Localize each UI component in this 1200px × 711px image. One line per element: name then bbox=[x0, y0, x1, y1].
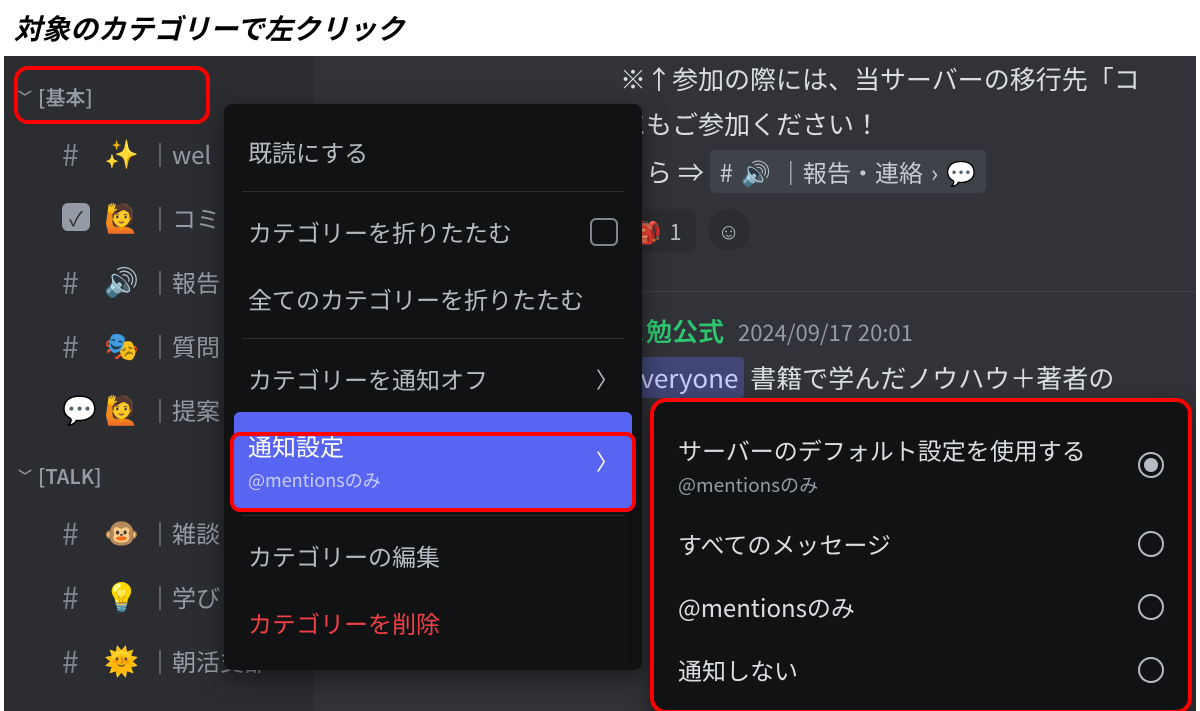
menu-mark-read[interactable]: 既読にする bbox=[234, 118, 632, 185]
speech-bubble-icon: 💬 bbox=[946, 154, 976, 189]
hash-icon: # bbox=[62, 323, 79, 367]
monkey-icon: 🐵 bbox=[104, 512, 139, 552]
option-nothing[interactable]: 通知しない bbox=[666, 638, 1176, 701]
radio-icon bbox=[1138, 531, 1164, 557]
chevron-right-icon: 〉 bbox=[596, 363, 618, 395]
thread-icon: 💬 bbox=[62, 389, 97, 429]
hash-icon: # bbox=[720, 154, 733, 189]
speaker-icon: 🔊 bbox=[741, 154, 771, 189]
message-header: ュ勉公式 2024/09/17 20:01 bbox=[604, 306, 1196, 355]
speaker-icon: 🔊 bbox=[104, 261, 139, 301]
sparkles-icon: ✨ bbox=[104, 133, 139, 173]
divider bbox=[242, 515, 624, 516]
menu-delete-category[interactable]: カテゴリーを削除 bbox=[234, 589, 632, 656]
raising-hand-icon: 🙋 bbox=[104, 197, 139, 237]
radio-icon bbox=[1138, 594, 1164, 620]
chevron-down-icon: ﹀ bbox=[18, 466, 32, 486]
menu-notification-settings[interactable]: 通知設定 @mentionsのみ 〉 bbox=[234, 412, 632, 509]
radio-icon bbox=[1138, 657, 1164, 683]
bulb-icon: 💡 bbox=[104, 576, 139, 616]
discord-app: ﹀ [基本] # ✨ ｜ wel ✓ 🙋 ｜ コミ # 🔊 ｜ 報告 # 🎭 ｜… bbox=[4, 56, 1196, 711]
menu-mute-category[interactable]: カテゴリーを通知オフ 〉 bbox=[234, 345, 632, 412]
menu-collapse-all[interactable]: 全てのカテゴリーを折りたたむ bbox=[234, 265, 632, 332]
hash-icon: # bbox=[62, 638, 79, 682]
message-divider bbox=[604, 291, 1196, 292]
category-context-menu: 既読にする カテゴリーを折りたたむ 全てのカテゴリーを折りたたむ カテゴリーを通… bbox=[224, 104, 642, 670]
option-all-messages[interactable]: すべてのメッセージ bbox=[666, 512, 1176, 575]
radio-icon bbox=[1138, 452, 1164, 478]
chevron-down-icon: ﹀ bbox=[18, 87, 32, 107]
hash-icon: # bbox=[62, 131, 79, 175]
category-label: [基本] bbox=[38, 82, 93, 111]
instruction-text: 対象のカテゴリーで左クリック bbox=[0, 0, 1200, 56]
add-reaction-button[interactable]: ☺ bbox=[708, 209, 750, 251]
option-use-default[interactable]: サーバーのデフォルト設定を使用する @mentionsのみ bbox=[666, 418, 1176, 512]
sun-icon: 🌞 bbox=[104, 640, 139, 680]
chat-text: ちら ⇒ # 🔊 ｜報告・連絡 › 💬 bbox=[604, 146, 1196, 197]
menu-edit-category[interactable]: カテゴリーの編集 bbox=[234, 522, 632, 589]
category-label: [TALK] bbox=[38, 461, 102, 490]
chevron-right-icon: 〉 bbox=[596, 445, 618, 477]
channel-mention[interactable]: # 🔊 ｜報告・連絡 › 💬 bbox=[710, 150, 986, 193]
option-mentions-only[interactable]: @mentionsのみ bbox=[666, 575, 1176, 638]
raising-hand-icon: 🙋 bbox=[104, 389, 139, 429]
menu-collapse-category[interactable]: カテゴリーを折りたたむ bbox=[234, 198, 632, 265]
reactions: 🎒 1 ☺ bbox=[604, 197, 1196, 277]
message-body: everyone 書籍で学んだノウハウ＋著者の bbox=[604, 355, 1196, 400]
hash-icon: # bbox=[62, 510, 79, 554]
chevron-right-icon: › bbox=[931, 154, 938, 189]
divider bbox=[242, 191, 624, 192]
chat-text: にもご参加ください！ bbox=[604, 101, 1196, 146]
hash-icon: # bbox=[62, 259, 79, 303]
notification-submenu: サーバーのデフォルト設定を使用する @mentionsのみ すべてのメッセージ … bbox=[654, 402, 1188, 711]
rules-icon: ✓ bbox=[62, 203, 90, 231]
mask-icon: 🎭 bbox=[104, 325, 139, 365]
checkbox-icon bbox=[590, 218, 618, 246]
hash-icon: # bbox=[62, 574, 79, 618]
chat-text: ※↑参加の際には、当サーバーの移行先「コ bbox=[604, 56, 1196, 101]
message-timestamp: 2024/09/17 20:01 bbox=[738, 316, 913, 348]
divider bbox=[242, 338, 624, 339]
